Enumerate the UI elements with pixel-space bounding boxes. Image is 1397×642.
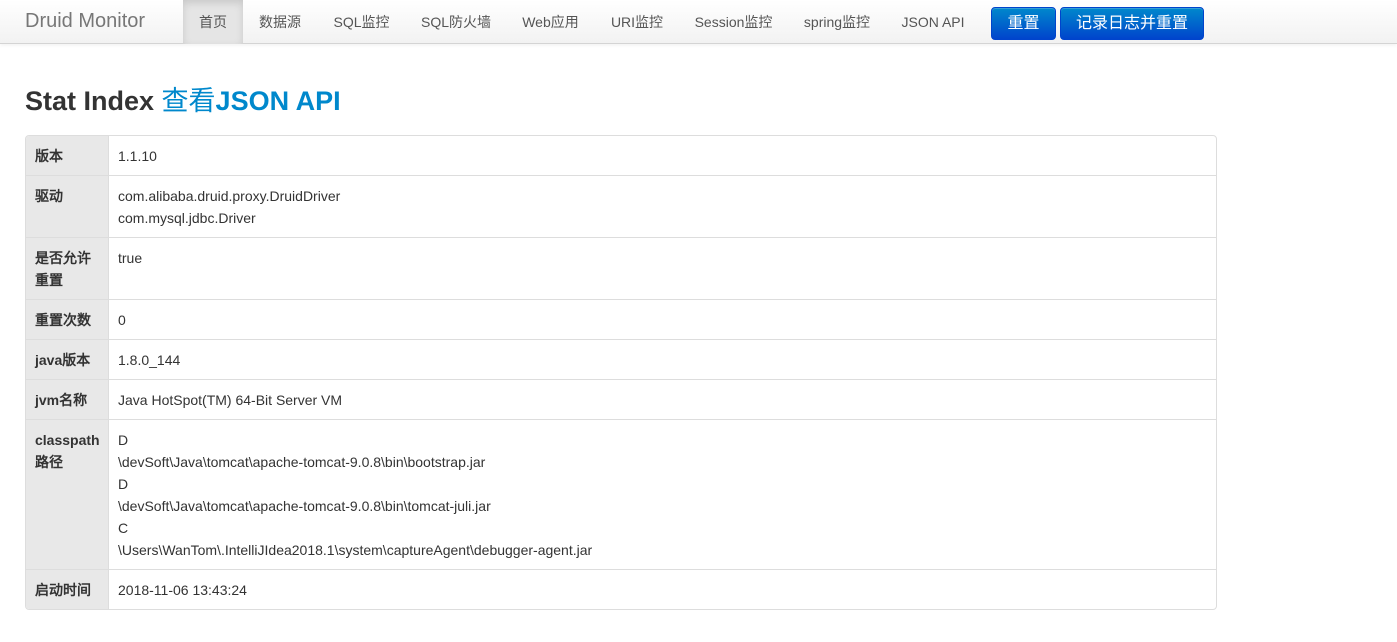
reset-button[interactable]: 重置 bbox=[991, 7, 1056, 40]
nav-item-home[interactable]: 首页 bbox=[183, 0, 243, 44]
nav-item-sql-monitor[interactable]: SQL监控 bbox=[317, 0, 406, 44]
page-title-text: Stat Index bbox=[25, 86, 155, 116]
page-title: Stat Index 查看JSON API bbox=[25, 83, 341, 119]
row-label: java版本 bbox=[26, 340, 108, 379]
nav-item-datasource[interactable]: 数据源 bbox=[243, 0, 317, 44]
nav-item-uri-monitor[interactable]: URI监控 bbox=[595, 0, 679, 44]
log-and-reset-button[interactable]: 记录日志并重置 bbox=[1060, 7, 1204, 40]
table-row: classpath路径 D \devSoft\Java\tomcat\apache-… bbox=[26, 419, 1216, 569]
row-label: 是否允许重置 bbox=[26, 238, 108, 299]
row-label: 版本 bbox=[26, 136, 108, 175]
row-label: jvm名称 bbox=[26, 380, 108, 419]
row-value-line: true bbox=[118, 250, 143, 266]
row-value-line: com.alibaba.druid.proxy.DruidDriver bbox=[118, 188, 341, 204]
row-value-line: 2018-11-06 13:43:24 bbox=[118, 582, 247, 598]
brand-logo[interactable]: Druid Monitor bbox=[25, 8, 145, 34]
navbar: Druid Monitor 首页 数据源 SQL监控 SQL防火墙 Web应用 … bbox=[0, 0, 1397, 44]
table-row: jvm名称 Java HotSpot(TM) 64-Bit Server VM bbox=[26, 379, 1216, 419]
nav-item-json-api[interactable]: JSON API bbox=[886, 0, 980, 44]
nav-item-sql-firewall[interactable]: SQL防火墙 bbox=[406, 0, 506, 44]
row-value-line: 1.1.10 bbox=[118, 148, 157, 164]
stat-index-table: 版本 1.1.10 驱动 com.alibaba.druid.proxy.DruidD… bbox=[25, 135, 1217, 610]
row-value: com.alibaba.druid.proxy.DruidDriver com.m… bbox=[108, 176, 1216, 237]
row-value-line: Java HotSpot(TM) 64-Bit Server VM bbox=[118, 392, 343, 408]
table-row: java版本 1.8.0_144 bbox=[26, 339, 1216, 379]
table-row: 重置次数 0 bbox=[26, 299, 1216, 339]
nav-item-web-app[interactable]: Web应用 bbox=[506, 0, 595, 44]
row-label: classpath路径 bbox=[26, 420, 108, 569]
row-value-line: \devSoft\Java\tomcat\apache-tomcat-9.0.8… bbox=[118, 498, 491, 514]
row-value: 1.1.10 bbox=[108, 136, 1216, 175]
json-api-link-prefix: 查看 bbox=[161, 86, 216, 116]
row-value: D \devSoft\Java\tomcat\apache-tomcat-9.0.… bbox=[108, 420, 1216, 569]
json-api-link-text: JSON API bbox=[215, 86, 341, 116]
row-value-line: D bbox=[118, 476, 129, 492]
nav-item-spring-monitor[interactable]: spring监控 bbox=[788, 0, 886, 44]
row-label: 启动时间 bbox=[26, 570, 108, 609]
row-value: 0 bbox=[108, 300, 1216, 339]
row-value: 2018-11-06 13:43:24 bbox=[108, 570, 1216, 609]
row-value-line: com.mysql.jdbc.Driver bbox=[118, 210, 256, 226]
row-value: true bbox=[108, 238, 1216, 299]
table-row: 驱动 com.alibaba.druid.proxy.DruidDriver com… bbox=[26, 175, 1216, 237]
row-label: 重置次数 bbox=[26, 300, 108, 339]
row-value-line: C bbox=[118, 520, 129, 536]
nav-item-session-monitor[interactable]: Session监控 bbox=[679, 0, 788, 44]
json-api-link[interactable]: 查看JSON API bbox=[162, 86, 341, 116]
row-value: Java HotSpot(TM) 64-Bit Server VM bbox=[108, 380, 1216, 419]
table-row: 启动时间 2018-11-06 13:43:24 bbox=[26, 569, 1216, 609]
row-value-line: 0 bbox=[118, 312, 126, 328]
row-value: 1.8.0_144 bbox=[108, 340, 1216, 379]
row-value-line: 1.8.0_144 bbox=[118, 352, 181, 368]
row-value-line: D bbox=[118, 432, 129, 448]
row-value-line: \devSoft\Java\tomcat\apache-tomcat-9.0.8… bbox=[118, 454, 486, 470]
table-row: 是否允许重置 true bbox=[26, 237, 1216, 299]
table-row: 版本 1.1.10 bbox=[26, 136, 1216, 175]
row-label: 驱动 bbox=[26, 176, 108, 237]
row-value-line: \Users\WanTom\.IntelliJIdea2018.1\system… bbox=[118, 542, 593, 558]
